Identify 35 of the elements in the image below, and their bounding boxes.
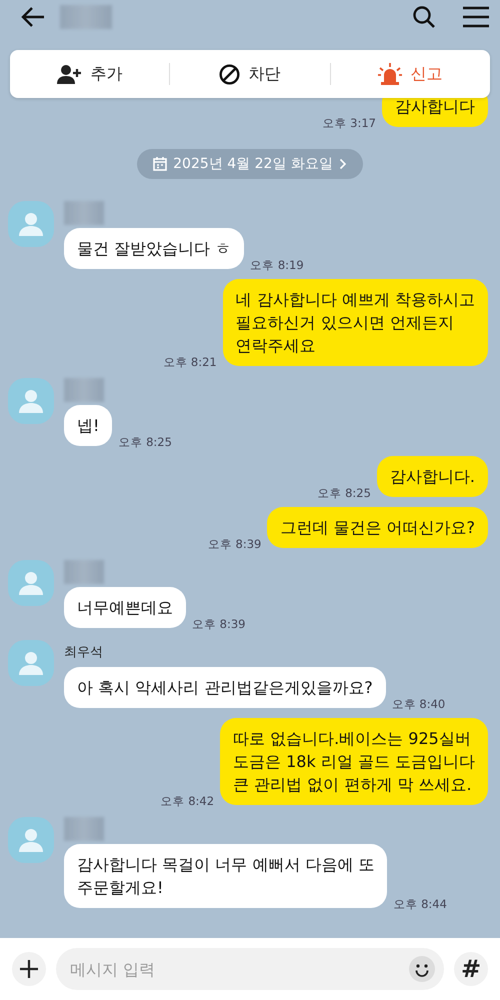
block-icon xyxy=(219,64,240,84)
calendar-icon xyxy=(153,157,168,171)
message-time: 오후 8:39 xyxy=(206,537,262,552)
hashtag-button[interactable]: # xyxy=(454,952,488,986)
search-icon[interactable] xyxy=(412,5,436,29)
received-message-bubble: 물건 잘받았습니다 ㅎ xyxy=(64,228,244,269)
received-message-bubble: 아 혹시 악세사리 관리법같은게있을까요? xyxy=(64,667,386,708)
message-time: 오후 8:39 xyxy=(191,617,246,632)
sent-message-bubble: 따로 없습니다.베이스는 925실버 도금은 18k 리얼 골드 도금입니다 큰 관리법 없이 편하게 막 쓰세요. xyxy=(220,718,488,805)
message-time: 오후 8:21 xyxy=(162,355,218,370)
add-friend-icon xyxy=(56,64,83,84)
add-friend-button[interactable]: 추가 xyxy=(10,58,170,90)
back-icon[interactable] xyxy=(20,6,46,28)
message-time: 오후 8:25 xyxy=(316,486,372,501)
message-time: 오후 8:42 xyxy=(160,794,216,809)
message-time: 오후 3:17 xyxy=(322,116,377,131)
sent-message-bubble: 그런데 물건은 어떠신가요? xyxy=(267,507,488,548)
sent-message-bubble: 감사합니다. xyxy=(376,456,488,497)
received-message-bubble: 감사합니다 목걸이 너무 예뻐서 다음에 또 주문할게요! xyxy=(64,844,388,908)
sent-message-bubble: 네 감사합니다 예쁘게 착용하시고 필요하신거 있으시면 언제든지 연락주세요 xyxy=(222,279,488,366)
chevron-right-icon xyxy=(338,158,347,170)
received-message-bubble: 넵! xyxy=(64,405,112,446)
received-message-bubble: 너무예쁜데요 xyxy=(64,587,186,628)
block-button[interactable]: 차단 xyxy=(170,58,330,90)
message-input-field[interactable]: 메시지 입력 xyxy=(56,948,444,990)
emoji-icon[interactable] xyxy=(408,955,436,983)
sender-name: 최우석 xyxy=(64,644,104,662)
message-time: 오후 8:40 xyxy=(390,697,446,712)
message-time: 오후 8:19 xyxy=(249,258,305,273)
message-time: 오후 8:25 xyxy=(117,435,173,450)
attach-button[interactable] xyxy=(12,952,46,986)
siren-icon xyxy=(378,63,402,85)
message-time: 오후 8:44 xyxy=(392,897,448,912)
menu-icon[interactable] xyxy=(462,5,490,29)
plus-icon xyxy=(20,960,38,978)
